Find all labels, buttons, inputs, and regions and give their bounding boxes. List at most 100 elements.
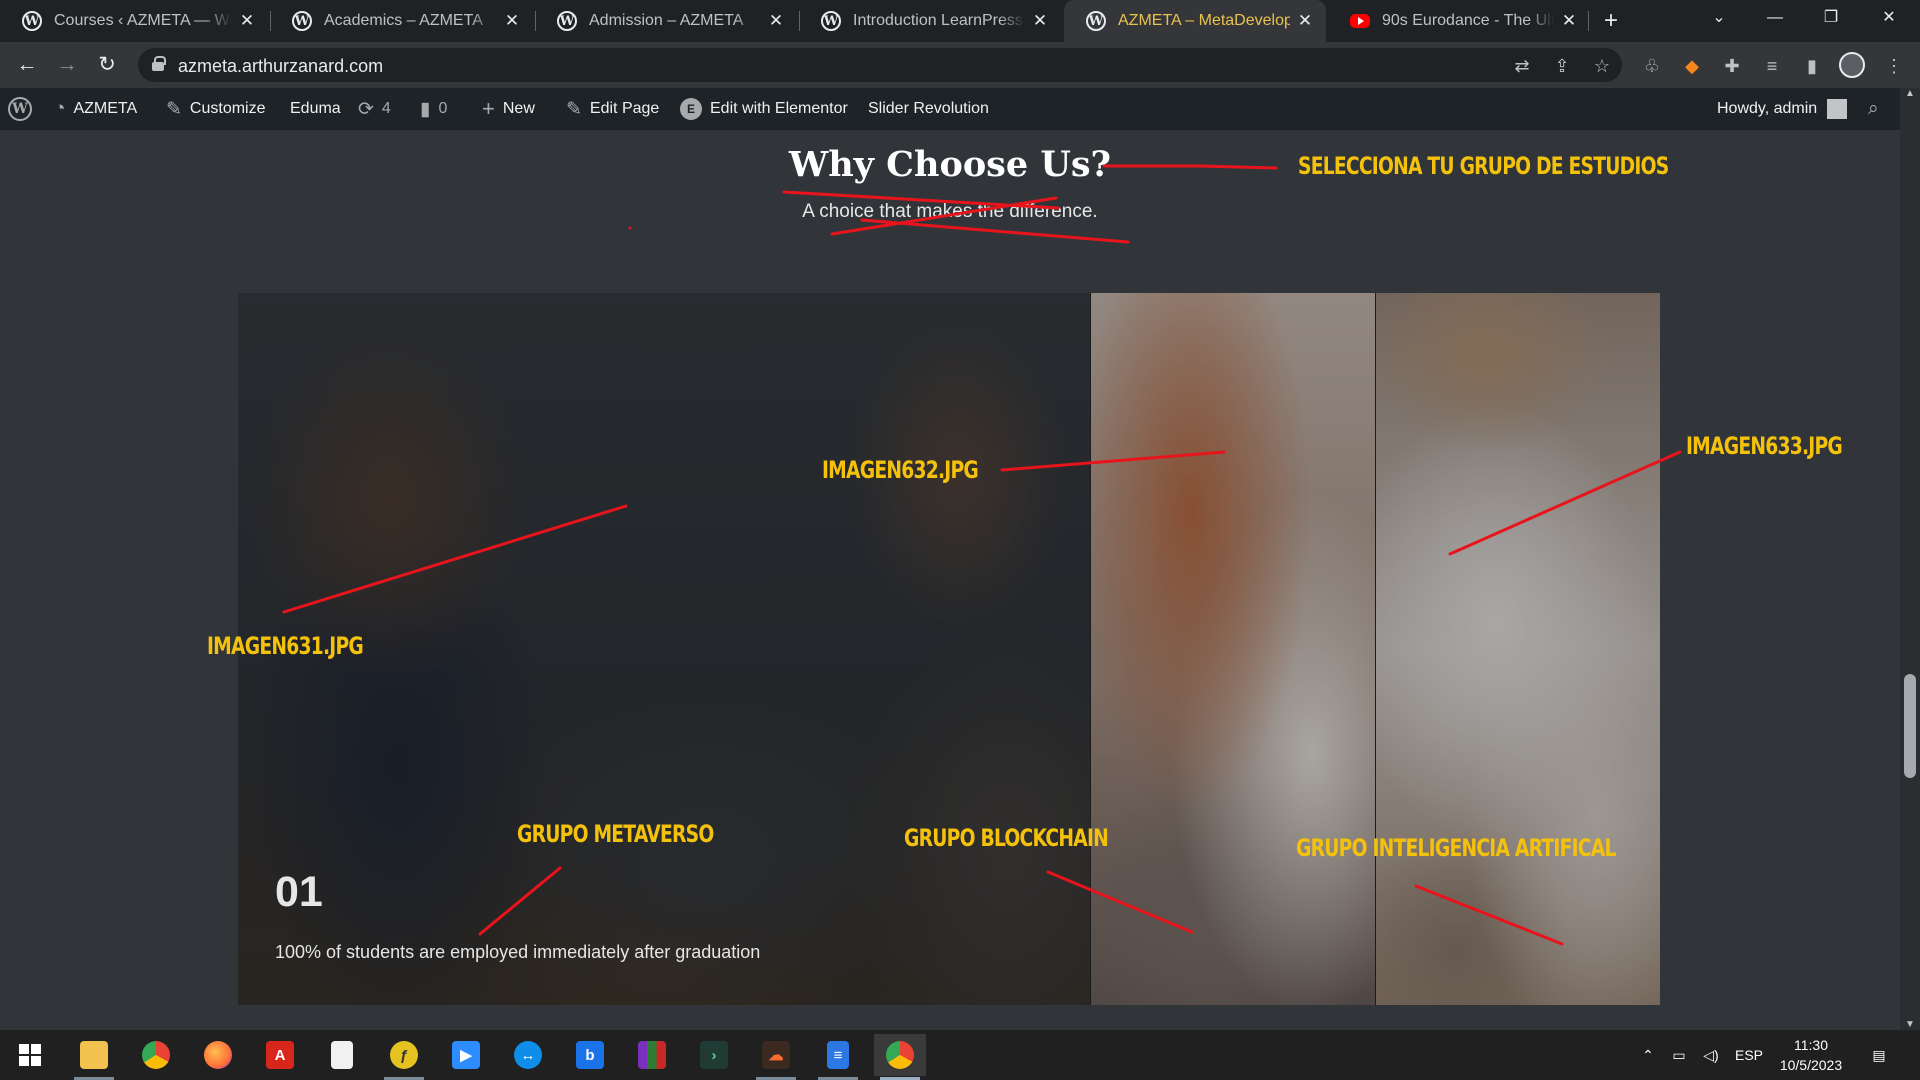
tab-admission[interactable]: W Admission – AZMETA ✕ — [535, 0, 797, 42]
scrollbar-thumb[interactable] — [1904, 674, 1916, 778]
tab-academics[interactable]: W Academics – AZMETA ✕ — [270, 0, 533, 42]
admin-avatar — [1827, 99, 1848, 119]
new-content-menu[interactable]: + New — [482, 88, 535, 130]
slider-revolution-link[interactable]: Slider Revolution — [868, 88, 989, 130]
close-icon[interactable]: ✕ — [238, 11, 256, 31]
dashboard-gauge-icon: ◔ — [54, 98, 66, 119]
reload-icon[interactable]: ↻ — [92, 50, 122, 80]
annotation-group-metaverso: GRUPO METAVERSO — [517, 820, 714, 848]
chrome-active-icon[interactable] — [874, 1034, 926, 1080]
lightbulb-icon[interactable]: ♧ — [1638, 52, 1666, 80]
edit-page-label: Edit Page — [589, 100, 660, 117]
tab-search-chevron-icon[interactable]: ⌄ — [1696, 0, 1742, 36]
acrobat-icon[interactable]: A — [254, 1034, 306, 1076]
profile-avatar[interactable] — [1838, 52, 1866, 80]
clock-time: 11:30 — [1794, 1037, 1828, 1053]
panel-image-student-hair[interactable] — [1091, 293, 1375, 1005]
search-icon: ⌕ — [1868, 98, 1879, 119]
comments-count: 0 — [438, 100, 448, 117]
notepad-icon[interactable] — [316, 1034, 368, 1076]
back-arrow-icon[interactable]: ← — [12, 50, 42, 80]
windows-start-icon[interactable] — [4, 1034, 56, 1076]
media-queue-icon[interactable]: ≡ — [1758, 52, 1786, 80]
teamviewer-icon[interactable]: ↔ — [502, 1034, 554, 1076]
scroll-down-arrow-icon[interactable]: ▼ — [1900, 1019, 1920, 1030]
extensions-puzzle-icon[interactable]: ✚ — [1718, 52, 1746, 80]
bookmark-star-icon[interactable]: ☆ — [1588, 52, 1616, 80]
customize-link[interactable]: ✎ Customize — [166, 88, 266, 130]
blue-app-icon[interactable]: b — [564, 1034, 616, 1076]
theme-link[interactable]: Eduma — [290, 88, 341, 130]
menu-kebab-icon[interactable]: ⋮ — [1880, 52, 1908, 80]
close-window-button[interactable]: ✕ — [1866, 0, 1912, 36]
annotation-group-blockchain: GRUPO BLOCKCHAIN — [904, 824, 1109, 852]
close-icon[interactable]: ✕ — [1560, 11, 1578, 31]
tray-chevron-icon[interactable]: ⌃ — [1636, 1030, 1660, 1080]
panel-overlay — [1091, 293, 1375, 1005]
panel-image-handshake[interactable]: 01 100% of students are employed immedia… — [238, 293, 1090, 1005]
admin-search-icon[interactable]: ⌕ — [1868, 88, 1879, 130]
wordpress-icon: W — [557, 11, 577, 31]
lock-icon[interactable] — [152, 56, 166, 71]
wordpress-icon: W — [821, 11, 841, 31]
account-menu[interactable]: Howdy, admin — [1717, 88, 1848, 130]
close-icon[interactable]: ✕ — [1296, 11, 1314, 31]
file-explorer-icon[interactable] — [68, 1034, 120, 1080]
volume-icon[interactable]: ◁) — [1696, 1030, 1726, 1080]
elementor-icon: E — [680, 98, 702, 120]
tab-courses[interactable]: W Courses ‹ AZMETA — WordPress ✕ — [0, 0, 268, 42]
language-indicator[interactable]: ESP — [1732, 1030, 1766, 1080]
translate-icon[interactable]: ⇄ — [1508, 52, 1536, 80]
edit-elementor-link[interactable]: E Edit with Elementor — [680, 88, 848, 130]
winrar-icon[interactable] — [626, 1034, 678, 1076]
chrome-icon[interactable] — [130, 1034, 182, 1076]
comments-link[interactable]: ▮ 0 — [420, 88, 447, 130]
notifications-icon[interactable]: ▤ — [1864, 1030, 1894, 1080]
tab-title: Academics – AZMETA — [324, 12, 483, 29]
side-panel-icon[interactable]: ▮ — [1798, 52, 1826, 80]
updates-link[interactable]: ⟳ 4 — [358, 88, 391, 130]
updates-icon: ⟳ — [358, 98, 374, 120]
pencil-icon: ✎ — [566, 98, 582, 120]
tab-learnpress[interactable]: W Introduction LearnPress – LearnPress ✕ — [799, 0, 1061, 42]
browser-tab-strip: W Courses ‹ AZMETA — WordPress ✕ W Acade… — [0, 0, 1920, 42]
wordpress-icon: W — [1086, 11, 1106, 31]
orange-app-icon[interactable]: ☁ — [750, 1034, 802, 1080]
network-icon[interactable]: ▭ — [1664, 1030, 1694, 1080]
green-app-icon[interactable]: › — [688, 1034, 740, 1076]
annotation-image3: IMAGEN633.JPG — [1686, 432, 1843, 460]
wordpress-icon: W — [22, 11, 42, 31]
tab-title: 90s Eurodance - The Ultimate — [1382, 12, 1554, 29]
comment-bubble-icon: ▮ — [420, 98, 431, 120]
yellow-app-icon[interactable]: ƒ — [378, 1034, 430, 1080]
close-icon[interactable]: ✕ — [503, 11, 521, 31]
close-icon[interactable]: ✕ — [767, 11, 785, 31]
site-name-menu[interactable]: ◔ AZMETA — [54, 88, 137, 130]
metamask-fox-icon[interactable]: ◆ — [1678, 52, 1706, 80]
docs-icon[interactable]: ≡ — [812, 1034, 864, 1080]
stat-text: 100% of students are employed immediatel… — [275, 942, 761, 962]
firefox-icon[interactable] — [192, 1034, 244, 1076]
restore-button[interactable]: ❐ — [1808, 0, 1854, 36]
share-icon[interactable]: ⇪ — [1548, 52, 1576, 80]
tab-youtube[interactable]: 90s Eurodance - The Ultimate ✕ — [1328, 0, 1590, 42]
windows-taskbar: A ƒ ▶ ↔ b › ☁ ≡ ⌃ ▭ ◁) ESP 11:30 10/5/20… — [0, 1030, 1920, 1080]
panel-image-laptop[interactable] — [1376, 293, 1660, 1005]
clock-date: 10/5/2023 — [1779, 1057, 1843, 1073]
tab-azmeta-active[interactable]: W AZMETA – MetaDevelopers ✕ — [1064, 0, 1326, 42]
new-tab-button[interactable]: + — [1588, 3, 1634, 39]
clock[interactable]: 11:30 10/5/2023 — [1766, 1035, 1856, 1075]
wp-logo-menu[interactable]: W — [8, 88, 32, 130]
edit-page-link[interactable]: ✎ Edit Page — [566, 88, 659, 130]
customize-label: Customize — [189, 100, 266, 117]
close-icon[interactable]: ✕ — [1031, 11, 1049, 31]
page-scrollbar[interactable]: ▲ ▼ — [1900, 88, 1920, 1030]
zoom-icon[interactable]: ▶ — [440, 1034, 492, 1076]
annotation-image2: IMAGEN632.JPG — [822, 456, 979, 484]
address-bar[interactable]: azmeta.arthurzanard.com — [138, 48, 1622, 82]
minimize-button[interactable]: — — [1752, 0, 1798, 36]
annotation-group-ia: GRUPO INTELIGENCIA ARTIFICAL — [1296, 834, 1616, 862]
url-text[interactable]: azmeta.arthurzanard.com — [178, 56, 383, 77]
scroll-up-arrow-icon[interactable]: ▲ — [1900, 88, 1920, 99]
forward-arrow-icon[interactable]: → — [52, 50, 82, 80]
